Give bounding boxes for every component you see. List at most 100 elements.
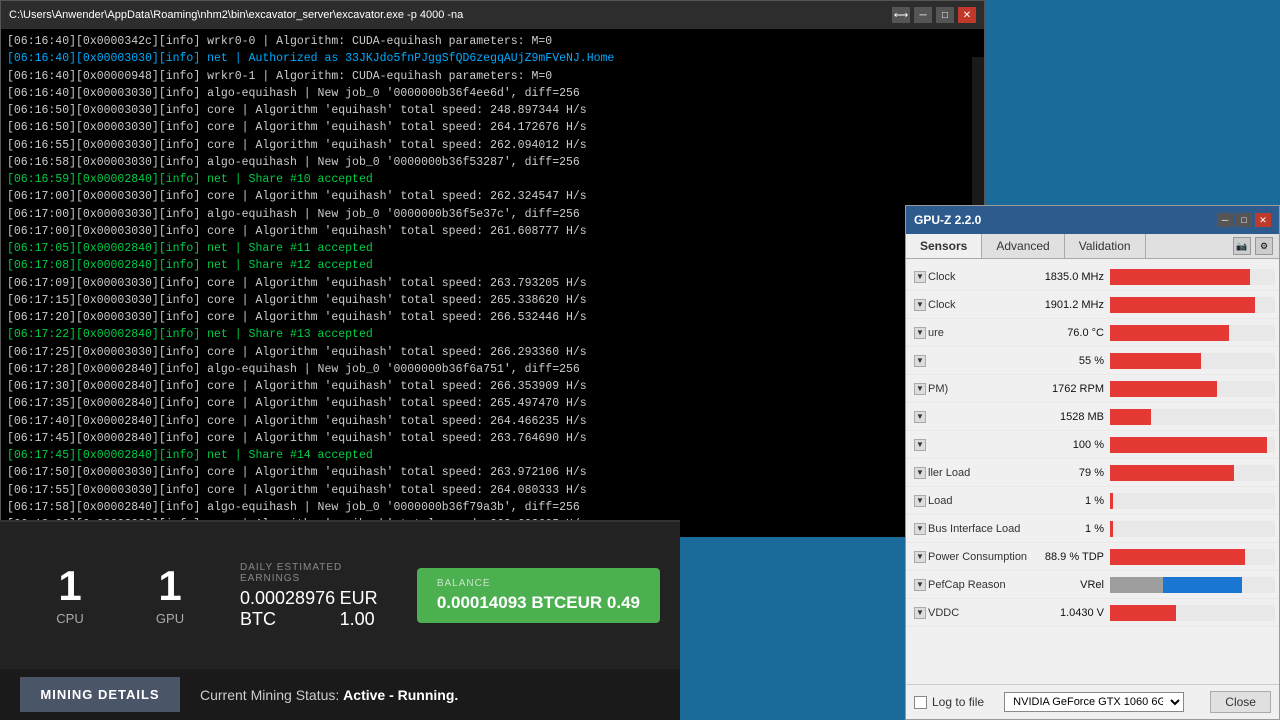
terminal-line: [06:17:30][0x00002840][info] core | Algo… (7, 378, 978, 395)
earnings-block: DAILY ESTIMATED EARNINGS 0.00028976 BTC … (220, 562, 417, 630)
sensor-name-text: ller Load (928, 467, 970, 479)
sensor-bar-container (1110, 605, 1275, 621)
terminal-line: [06:17:45][0x00002840][info] net | Share… (7, 447, 978, 464)
sensor-name-text: Load (928, 495, 952, 507)
terminal-maximize-btn[interactable]: □ (936, 7, 954, 23)
terminal-line: [06:17:28][0x00002840][info] algo-equiha… (7, 361, 978, 378)
terminal-line: [06:17:40][0x00002840][info] core | Algo… (7, 413, 978, 430)
sensor-bar-container (1110, 437, 1275, 453)
gpuz-log-label: Log to file (932, 695, 984, 709)
sensor-row: ▼Clock1835.0 MHz (906, 263, 1279, 291)
gpuz-camera-icon[interactable]: 📷 (1233, 237, 1251, 255)
sensor-dropdown[interactable]: ▼ (914, 327, 926, 339)
sensor-name: ▼VDDC (910, 607, 1030, 619)
terminal-line: [06:17:05][0x00002840][info] net | Share… (7, 240, 978, 257)
sensor-dropdown[interactable]: ▼ (914, 411, 926, 423)
mining-details-button[interactable]: MINING DETAILS (20, 677, 180, 712)
balance-box: BALANCE 0.00014093 BTC EUR 0.49 (417, 568, 660, 623)
status-value: Active - Running. (343, 687, 458, 703)
tab-advanced[interactable]: Advanced (982, 234, 1064, 258)
sensor-value: VRel (1030, 579, 1110, 591)
sensor-row: ▼ 100 % (906, 431, 1279, 459)
sensor-value: 76.0 °C (1030, 327, 1110, 339)
gpuz-minimize-btn[interactable]: ─ (1217, 213, 1233, 227)
sensor-name: ▼ller Load (910, 467, 1030, 479)
sensor-row: ▼VDDC1.0430 V (906, 599, 1279, 627)
terminal-line: [06:17:55][0x00003030][info] core | Algo… (7, 482, 978, 499)
gpuz-controls: ─ □ ✕ (1217, 213, 1271, 227)
earnings-eur: EUR 1.00 (340, 588, 397, 630)
gpuz-window: GPU-Z 2.2.0 ─ □ ✕ Sensors Advanced Valid… (905, 205, 1280, 720)
sensor-row: ▼55 % (906, 347, 1279, 375)
terminal-line: [06:16:55][0x00003030][info] core | Algo… (7, 137, 978, 154)
sensor-bar (1110, 437, 1267, 453)
tab-validation[interactable]: Validation (1065, 234, 1146, 258)
sensor-bar (1110, 409, 1151, 425)
sensor-name: ▼ (910, 355, 1030, 367)
sensor-dropdown[interactable]: ▼ (914, 271, 926, 283)
sensor-dropdown[interactable]: ▼ (914, 299, 926, 311)
sensor-dropdown[interactable]: ▼ (914, 355, 926, 367)
gpuz-title: GPU-Z 2.2.0 (914, 213, 981, 227)
sensor-row: ▼ller Load79 % (906, 459, 1279, 487)
sensor-dropdown[interactable]: ▼ (914, 495, 926, 507)
sensor-bar (1110, 269, 1250, 285)
sensor-dropdown[interactable]: ▼ (914, 551, 926, 563)
sensor-value: 1 % (1030, 523, 1110, 535)
terminal-line: [06:17:09][0x00003030][info] core | Algo… (7, 275, 978, 292)
sensor-bar-container (1110, 549, 1275, 565)
sensor-value: 1 % (1030, 495, 1110, 507)
sensor-name: ▼Clock (910, 299, 1030, 311)
sensor-dropdown[interactable]: ▼ (914, 383, 926, 395)
terminal-line: [06:16:50][0x00003030][info] core | Algo… (7, 119, 978, 136)
sensor-name-text: ure (928, 327, 944, 339)
gpuz-titlebar: GPU-Z 2.2.0 ─ □ ✕ (906, 206, 1279, 234)
gpuz-close-title-btn[interactable]: ✕ (1255, 213, 1271, 227)
terminal-close-btn[interactable]: ✕ (958, 7, 976, 23)
sensor-row: ▼Bus Interface Load 1 % (906, 515, 1279, 543)
sensor-dropdown[interactable]: ▼ (914, 579, 926, 591)
terminal-line: [06:17:00][0x00003030][info] core | Algo… (7, 188, 978, 205)
sensor-name: ▼ (910, 439, 1030, 451)
sensor-bar (1110, 493, 1113, 509)
gpuz-log-checkbox[interactable] (914, 696, 927, 709)
gpuz-gpu-select[interactable]: NVIDIA GeForce GTX 1060 6GB (1004, 692, 1184, 712)
sensor-dropdown[interactable]: ▼ (914, 523, 926, 535)
terminal-minimize-btn[interactable]: ─ (914, 7, 932, 23)
sensor-name-text: Bus Interface Load (928, 523, 1020, 535)
gpuz-maximize-btn[interactable]: □ (1236, 213, 1252, 227)
sensor-value: 100 % (1030, 439, 1110, 451)
sensor-bar-container (1110, 465, 1275, 481)
sensor-value: 79 % (1030, 467, 1110, 479)
sensor-name: ▼PM) (910, 383, 1030, 395)
mining-bottom-bar: MINING DETAILS Current Mining Status: Ac… (0, 669, 680, 720)
sensor-bar-container (1110, 381, 1275, 397)
terminal-title: C:\Users\Anwender\AppData\Roaming\nhm2\b… (9, 9, 463, 21)
gpuz-close-button[interactable]: Close (1210, 691, 1271, 713)
sensor-bar-container (1110, 325, 1275, 341)
terminal-line: [06:17:00][0x00003030][info] algo-equiha… (7, 206, 978, 223)
sensor-row: ▼ure 76.0 °C (906, 319, 1279, 347)
sensor-name: ▼ (910, 411, 1030, 423)
tab-sensors[interactable]: Sensors (906, 234, 982, 258)
sensor-bar (1110, 297, 1255, 313)
terminal-line: [06:17:50][0x00003030][info] core | Algo… (7, 464, 978, 481)
gpuz-settings-icon[interactable]: ⚙ (1255, 237, 1273, 255)
sensor-row: ▼Load 1 % (906, 487, 1279, 515)
sensor-value: 1835.0 MHz (1030, 271, 1110, 283)
sensor-name: ▼Power Consumption (910, 551, 1030, 563)
sensor-dropdown[interactable]: ▼ (914, 439, 926, 451)
sensor-row: ▼PM)1762 RPM (906, 375, 1279, 403)
terminal-line: [06:16:50][0x00003030][info] core | Algo… (7, 102, 978, 119)
terminal-line: [06:16:40][0x00003030][info] algo-equiha… (7, 85, 978, 102)
sensor-dropdown[interactable]: ▼ (914, 467, 926, 479)
gpuz-log-check: Log to file (914, 695, 984, 709)
sensor-row: ▼PefCap ReasonVRel (906, 571, 1279, 599)
sensor-dropdown[interactable]: ▼ (914, 607, 926, 619)
terminal-resize-btn[interactable]: ⟷ (892, 7, 910, 23)
terminal-line: [06:16:58][0x00003030][info] algo-equiha… (7, 154, 978, 171)
terminal-content: [06:16:40][0x0000342c][info] wrkr0-0 | A… (1, 29, 984, 537)
sensor-name-text: Clock (928, 299, 956, 311)
terminal-line: [06:17:45][0x00002840][info] core | Algo… (7, 430, 978, 447)
sensor-name-text: Power Consumption (928, 551, 1027, 563)
